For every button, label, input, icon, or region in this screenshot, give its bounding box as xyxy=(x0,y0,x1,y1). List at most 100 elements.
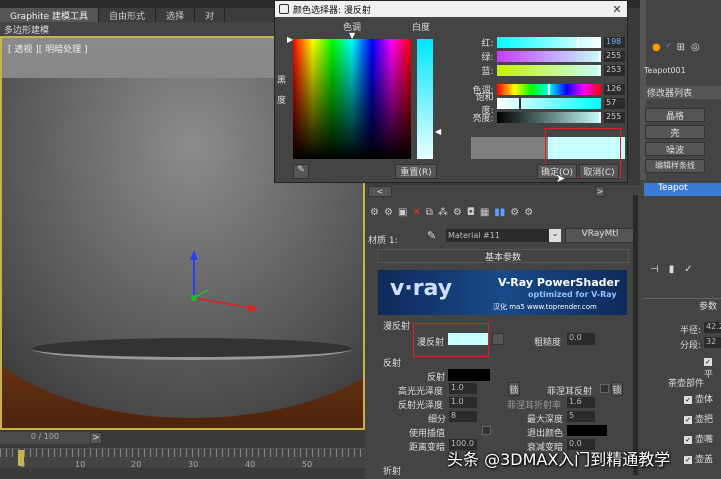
value-row: 亮度: 255 xyxy=(465,111,625,124)
app-icon xyxy=(279,4,289,14)
time-slider[interactable]: 0 / 100 xyxy=(0,432,90,444)
hierarchy-icon[interactable]: ⊞ xyxy=(677,42,685,53)
use-interp-label: 使用插值 xyxy=(409,429,446,439)
copy-material-icon[interactable]: ⧉ xyxy=(426,207,433,218)
scroll-right-button[interactable]: > xyxy=(595,186,605,197)
noise-button[interactable]: 噪波 xyxy=(645,142,705,156)
refl-gloss-label: 反射光泽度 xyxy=(398,401,444,411)
params-rollout[interactable]: 参数 xyxy=(644,298,721,312)
whiteness-bar[interactable] xyxy=(417,39,433,159)
saturation-input[interactable]: 57 xyxy=(604,97,625,109)
whiteness-pointer-icon[interactable]: ◀ xyxy=(435,127,441,136)
lattice-button[interactable]: 晶格 xyxy=(645,108,705,122)
object-name-field[interactable]: Teapot001 xyxy=(644,66,686,75)
show-end-result-icon[interactable]: ▮ xyxy=(669,264,675,275)
subdivs-input[interactable]: 8 xyxy=(449,411,477,422)
delete-icon[interactable]: ✕ xyxy=(412,207,420,218)
red-slider[interactable] xyxy=(496,36,601,48)
basic-params-rollout[interactable]: 基本参数 xyxy=(377,249,629,263)
tab-freeform[interactable]: 自由形式 xyxy=(99,8,157,22)
value-slider[interactable] xyxy=(496,111,601,123)
params-title: 参数 xyxy=(698,302,717,312)
hilight-gloss-label: 高光光泽度 xyxy=(398,387,444,397)
pin-stack-icon[interactable]: ⊣ xyxy=(650,264,659,275)
blue-input[interactable]: 253 xyxy=(604,64,625,76)
tab-selection[interactable]: 选择 xyxy=(156,8,196,22)
reset-button[interactable]: 重置(R) xyxy=(395,164,437,179)
tab-graphite[interactable]: Graphite 建模工具 xyxy=(0,8,100,22)
radius-input[interactable]: 42.2 xyxy=(704,322,721,333)
fresnel-checkbox[interactable] xyxy=(600,384,609,393)
lid-checkbox[interactable]: ✓ 壶盖 xyxy=(684,452,713,465)
shapes-icon[interactable]: ◜ xyxy=(667,42,671,53)
close-icon[interactable]: ✕ xyxy=(607,3,627,16)
spout-checkbox[interactable]: ✓ 壶嘴 xyxy=(684,432,713,445)
green-input[interactable]: 255 xyxy=(604,50,625,62)
shell-button[interactable]: 壳 xyxy=(645,125,705,139)
tick-label: 0 xyxy=(20,460,26,469)
green-slider[interactable] xyxy=(496,50,601,62)
refl-gloss-input[interactable]: 1.0 xyxy=(449,397,477,408)
material-id-icon[interactable]: ◘ xyxy=(467,207,475,218)
go-sibling-icon[interactable]: ⚙ xyxy=(524,207,533,218)
hue-spectrum[interactable] xyxy=(293,39,411,159)
utilities-icon[interactable]: ◎ xyxy=(691,42,700,53)
show-map-icon[interactable]: ▦ xyxy=(480,207,489,218)
hue-input[interactable]: 126 xyxy=(604,83,625,95)
reflect-group-label: 反射 xyxy=(383,359,402,369)
hilight-gloss-input[interactable]: 1.0 xyxy=(449,383,477,394)
scroll-left-button[interactable]: < xyxy=(368,186,392,197)
smooth-checkbox[interactable]: ✓平 xyxy=(704,357,721,380)
edit-spline-button[interactable]: 编辑样条线 xyxy=(645,159,705,173)
banner-subtitle: optimized for V-Ray xyxy=(528,290,617,299)
saturation-slider[interactable] xyxy=(496,97,601,109)
smooth-label: 平 xyxy=(704,370,714,380)
next-frame-button[interactable]: > xyxy=(90,432,102,444)
red-input[interactable]: 198 xyxy=(604,36,625,48)
put-material-icon[interactable]: ⚙ xyxy=(384,207,393,218)
material-dropdown-chevron-icon[interactable]: ⌄ xyxy=(549,229,561,242)
material-type-button[interactable]: VRayMtl xyxy=(565,228,635,243)
fresnel-lock-button[interactable]: 锁 xyxy=(611,382,623,396)
use-interp-checkbox[interactable] xyxy=(482,426,491,435)
eyedropper-icon[interactable]: ✎ xyxy=(293,164,309,179)
blue-label: 蓝: xyxy=(481,66,494,77)
hue-slider[interactable] xyxy=(496,83,601,95)
modifier-stack-item[interactable]: Teapot xyxy=(644,183,721,196)
modifier-list-dropdown[interactable]: 修改器列表 xyxy=(644,86,721,99)
show-end-result-icon[interactable]: ▮▮ xyxy=(494,207,505,218)
lock-button[interactable]: 锁 xyxy=(508,382,520,396)
tab-object-paint[interactable]: 对 xyxy=(195,8,226,22)
banner-title: V-Ray PowerShader xyxy=(498,276,620,289)
unique-icon[interactable]: ⁂ xyxy=(438,207,448,218)
fresnel-ior-input[interactable]: 1.6 xyxy=(567,397,595,408)
reflect-color-swatch[interactable] xyxy=(448,369,490,381)
assign-material-icon[interactable]: ▣ xyxy=(398,207,407,218)
diffuse-map-button[interactable] xyxy=(492,333,504,345)
roughness-label: 粗糙度 xyxy=(534,338,562,348)
polygon-modeling-tab[interactable]: 多边形建模 xyxy=(0,22,280,36)
value-input[interactable]: 255 xyxy=(604,111,625,123)
banner-credit: 汉化 ma5 www.toprender.com xyxy=(493,303,597,311)
segments-input[interactable]: 32 xyxy=(704,337,721,348)
make-unique-icon[interactable]: ✓ xyxy=(684,264,692,275)
pick-material-icon[interactable]: ✎ xyxy=(427,229,436,242)
get-material-icon[interactable]: ⚙ xyxy=(370,207,379,218)
segments-label: 分段: xyxy=(680,341,702,351)
handle-checkbox[interactable]: ✓ 壶把 xyxy=(684,412,713,425)
material-scrollbar[interactable] xyxy=(633,195,638,475)
blue-slider[interactable] xyxy=(496,64,601,76)
viewport-label[interactable]: [ 透视 ][ 明暗处理 ] xyxy=(8,42,88,55)
transform-gizmo-icon[interactable] xyxy=(182,248,262,318)
exit-color-swatch[interactable] xyxy=(567,425,607,436)
roughness-input[interactable]: 0.0 xyxy=(567,333,595,345)
max-depth-input[interactable]: 5 xyxy=(567,411,595,422)
cancel-button[interactable]: 取消(C) xyxy=(579,164,619,179)
library-icon[interactable]: ⚙ xyxy=(453,207,462,218)
go-parent-icon[interactable]: ⚙ xyxy=(510,207,519,218)
material-toolbar: ⚙ ⚙ ▣ ✕ ⧉ ⁂ ⚙ ◘ ▦ ▮▮ ⚙ ⚙ xyxy=(370,207,533,218)
body-checkbox[interactable]: ✓ 壶体 xyxy=(684,392,713,405)
lights-icon[interactable]: ● xyxy=(652,42,661,53)
material-name-input[interactable]: Material #11 xyxy=(446,229,561,242)
teapot-parts-label: 茶壶部件 xyxy=(668,379,705,389)
